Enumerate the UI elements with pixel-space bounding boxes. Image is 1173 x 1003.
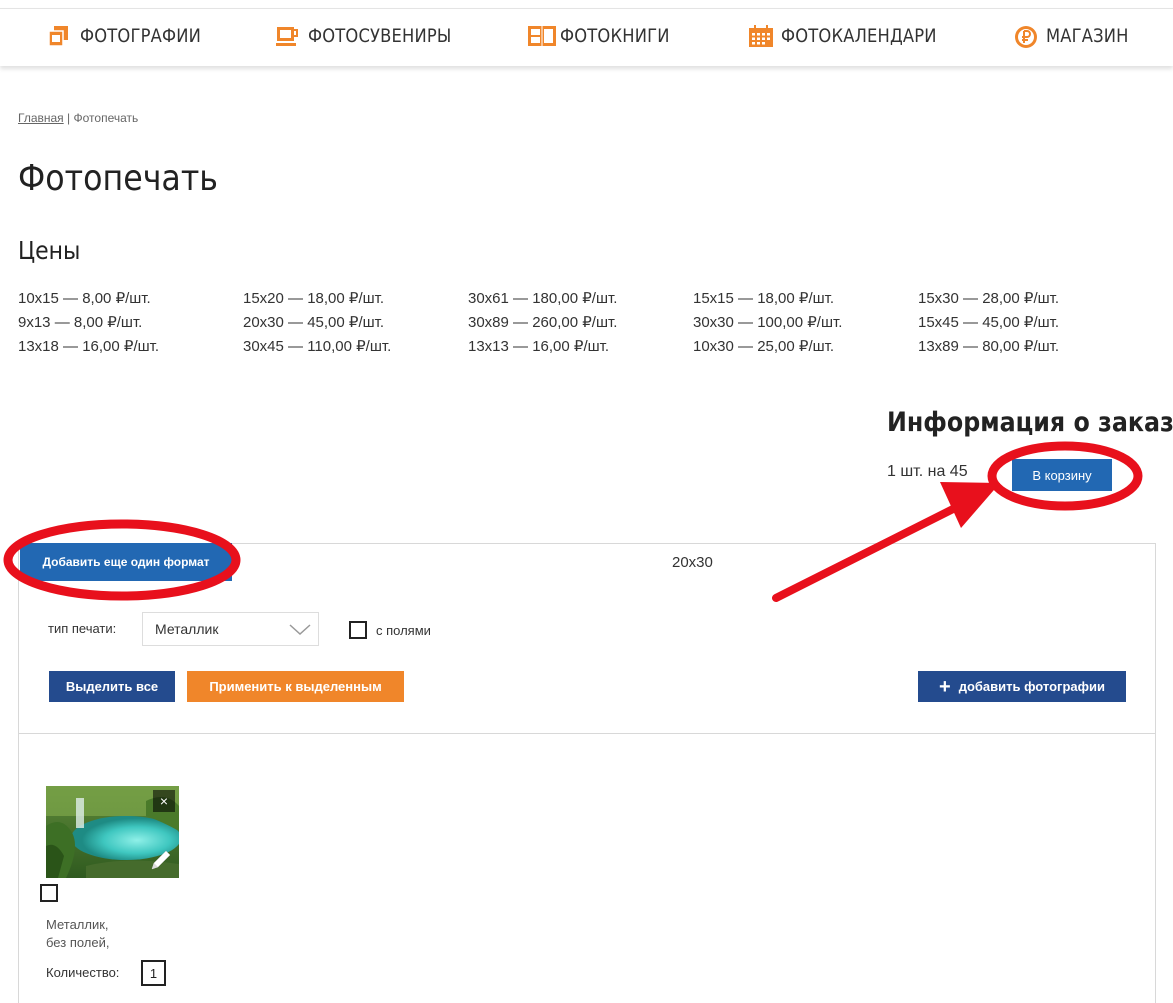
nav-item-photobooks[interactable]: ФОТОКНИГИ	[528, 9, 687, 63]
price-item: 15x20 — 18,00 ₽/шт.	[243, 290, 385, 307]
nav-label: ФОТОГРАФИИ	[80, 25, 202, 47]
price-item: 15x45 — 45,00 ₽/шт.	[918, 314, 1060, 331]
breadcrumb-separator: |	[67, 111, 71, 125]
price-column: 30x61 — 180,00 ₽/шт. 30x89 — 260,00 ₽/шт…	[468, 287, 617, 359]
top-nav: ФОТОГРАФИИ ФОТОСУВЕНИРЫ ФОТОКНИГИ ФОТОКА…	[0, 8, 1173, 66]
photo-description: Металлик, без полей,	[46, 916, 110, 952]
price-item: 15x15 — 18,00 ₽/шт.	[693, 290, 835, 307]
add-to-cart-button[interactable]: В корзину	[1012, 459, 1112, 491]
photo-desc-line: Металлик,	[46, 917, 109, 932]
price-column: 15x30 — 28,00 ₽/шт. 15x45 — 45,00 ₽/шт. …	[918, 287, 1059, 359]
nav-label: ФОТОСУВЕНИРЫ	[308, 25, 452, 47]
photo-thumbnail[interactable]: ×	[46, 786, 179, 878]
order-summary: 1 шт. на 45	[887, 463, 968, 480]
quantity-input[interactable]: 1	[141, 960, 166, 986]
price-item: 13x13 — 16,00 ₽/шт.	[468, 338, 610, 355]
ruble-icon	[1014, 25, 1037, 48]
nav-item-photos[interactable]: ФОТОГРАФИИ	[48, 9, 221, 63]
price-item: 15x30 — 28,00 ₽/шт.	[918, 290, 1060, 307]
price-column: 15x15 — 18,00 ₽/шт. 30x30 — 100,00 ₽/шт.…	[693, 287, 842, 359]
format-size-label: 20x30	[672, 554, 713, 571]
order-info-title: Информация о заказе	[887, 407, 1173, 438]
photo-desc-line: без полей,	[46, 935, 110, 950]
price-item: 20x30 — 45,00 ₽/шт.	[243, 314, 385, 331]
price-item: 30x45 — 110,00 ₽/шт.	[243, 338, 392, 355]
margins-checkbox[interactable]	[349, 621, 367, 639]
print-type-value: Металлик	[155, 621, 219, 637]
quantity-label: Количество:	[46, 965, 120, 980]
calendar-icon	[749, 25, 773, 47]
price-column: 10x15 — 8,00 ₽/шт. 9x13 — 8,00 ₽/шт. 13x…	[18, 287, 159, 359]
photo-select-checkbox[interactable]	[40, 884, 58, 902]
chevron-down-icon	[288, 619, 311, 639]
price-item: 13x18 — 16,00 ₽/шт.	[18, 338, 160, 355]
print-type-label: тип печати:	[48, 621, 117, 636]
add-photos-label: добавить фотографии	[958, 679, 1105, 694]
breadcrumb-current: Фотопечать	[73, 111, 139, 125]
nav-label: МАГАЗИН	[1046, 25, 1129, 47]
prices-title: Цены	[18, 236, 81, 265]
breadcrumb: Главная | Фотопечать	[18, 111, 138, 125]
mug-icon	[276, 25, 298, 47]
nav-label: ФОТОКАЛЕНДАРИ	[781, 25, 937, 47]
price-item: 13x89 — 80,00 ₽/шт.	[918, 338, 1060, 355]
price-item: 30x30 — 100,00 ₽/шт.	[693, 314, 843, 331]
nav-label: ФОТОКНИГИ	[560, 25, 670, 47]
page-title: Фотопечать	[18, 158, 218, 199]
nav-item-shop[interactable]: МАГАЗИН	[1014, 9, 1142, 63]
select-all-button[interactable]: Выделить все	[49, 671, 175, 702]
price-item: 30x61 — 180,00 ₽/шт.	[468, 290, 618, 307]
margins-label: с полями	[376, 623, 431, 638]
price-item: 30x89 — 260,00 ₽/шт.	[468, 314, 618, 331]
breadcrumb-home-link[interactable]: Главная	[18, 111, 64, 125]
nav-item-souvenirs[interactable]: ФОТОСУВЕНИРЫ	[276, 9, 475, 63]
apply-to-selected-button[interactable]: Применить к выделенным	[187, 671, 404, 702]
price-item: 9x13 — 8,00 ₽/шт.	[18, 314, 143, 331]
nav-item-calendars[interactable]: ФОТОКАЛЕНДАРИ	[749, 9, 962, 63]
price-item: 10x15 — 8,00 ₽/шт.	[18, 290, 151, 307]
add-photos-button[interactable]: + добавить фотографии	[918, 671, 1126, 702]
pencil-icon[interactable]	[149, 848, 173, 872]
panel-divider	[19, 733, 1155, 734]
price-column: 15x20 — 18,00 ₽/шт. 20x30 — 45,00 ₽/шт. …	[243, 287, 391, 359]
plus-icon: +	[939, 675, 951, 698]
print-type-select[interactable]: Металлик	[142, 612, 319, 646]
price-item: 10x30 — 25,00 ₽/шт.	[693, 338, 835, 355]
photos-icon	[48, 25, 70, 47]
annotation-arrow-head	[940, 482, 1000, 528]
remove-photo-button[interactable]: ×	[153, 790, 175, 812]
add-format-button[interactable]: Добавить еще один формат	[20, 543, 232, 581]
photobook-icon	[528, 25, 556, 47]
